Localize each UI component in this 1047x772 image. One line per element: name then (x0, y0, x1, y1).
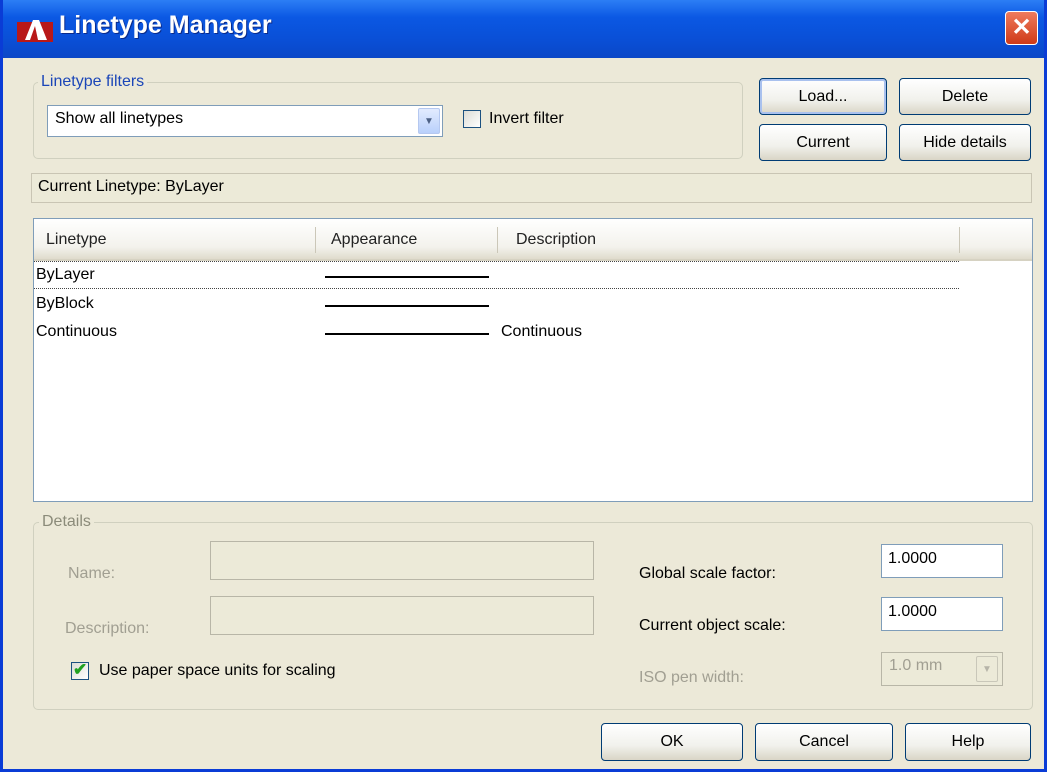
table-row[interactable]: ByBlock (34, 291, 1032, 319)
autocad-app-icon (17, 20, 53, 42)
object-scale-label: Current object scale: (639, 617, 786, 634)
current-button[interactable]: Current (759, 124, 887, 161)
ok-button[interactable]: OK (601, 723, 743, 761)
list-header: Linetype Appearance Description (34, 219, 1032, 261)
name-field[interactable] (210, 541, 594, 580)
close-button[interactable]: ✕ (1005, 11, 1038, 45)
checkmark-icon: ✔ (73, 660, 88, 679)
current-linetype-status: Current Linetype: ByLayer (31, 173, 1032, 203)
window-title: Linetype Manager (59, 11, 272, 39)
chevron-down-icon[interactable]: ▼ (418, 108, 440, 134)
details-label: Details (39, 513, 94, 531)
column-header-appearance[interactable]: Appearance (331, 231, 417, 249)
linetype-name: ByLayer (36, 266, 95, 283)
linetype-description: Continuous (501, 323, 582, 340)
paper-space-label: Use paper space units for scaling (99, 662, 336, 679)
column-divider[interactable] (959, 227, 960, 253)
appearance-sample (325, 276, 489, 278)
linetype-filters-label: Linetype filters (38, 73, 148, 91)
description-field[interactable] (210, 596, 594, 635)
appearance-sample (325, 333, 489, 335)
cancel-button[interactable]: Cancel (755, 723, 893, 761)
column-header-description[interactable]: Description (516, 231, 596, 249)
load-button[interactable]: Load... (759, 78, 887, 115)
title-bar[interactable]: Linetype Manager ✕ (3, 0, 1044, 58)
current-linetype-text: Current Linetype: ByLayer (38, 178, 224, 195)
table-row[interactable]: ByLayer (34, 261, 959, 289)
table-row[interactable]: Continuous Continuous (34, 319, 1032, 347)
invert-filter-label: Invert filter (489, 110, 564, 127)
object-scale-value: 1.0000 (888, 603, 937, 620)
name-label: Name: (68, 565, 116, 582)
paper-space-checkbox[interactable]: ✔ (71, 660, 89, 680)
linetype-name: Continuous (36, 323, 117, 340)
description-label: Description: (65, 620, 150, 637)
iso-pen-width-value: 1.0 mm (889, 657, 943, 674)
iso-pen-width-label: ISO pen width: (639, 669, 744, 686)
column-divider[interactable] (315, 227, 316, 253)
hide-details-button[interactable]: Hide details (899, 124, 1031, 161)
linetype-manager-dialog: Linetype Manager ✕ Linetype filters Show… (0, 0, 1047, 772)
column-header-linetype[interactable]: Linetype (46, 231, 107, 249)
column-divider[interactable] (497, 227, 498, 253)
invert-filter-checkbox[interactable] (463, 110, 481, 128)
chevron-down-icon[interactable]: ▼ (976, 656, 998, 682)
appearance-sample (325, 305, 489, 307)
linetype-name: ByBlock (36, 295, 94, 312)
linetype-list[interactable]: Linetype Appearance Description ByLayer … (33, 218, 1033, 502)
global-scale-value: 1.0000 (888, 550, 937, 567)
linetype-filter-dropdown[interactable]: Show all linetypes ▼ (47, 105, 443, 137)
global-scale-label: Global scale factor: (639, 565, 776, 582)
delete-button[interactable]: Delete (899, 78, 1031, 115)
help-button[interactable]: Help (905, 723, 1031, 761)
iso-pen-width-dropdown[interactable]: 1.0 mm ▼ (881, 652, 1003, 686)
global-scale-input[interactable]: 1.0000 (881, 544, 1003, 578)
object-scale-input[interactable]: 1.0000 (881, 597, 1003, 631)
linetype-filter-value: Show all linetypes (55, 110, 184, 127)
